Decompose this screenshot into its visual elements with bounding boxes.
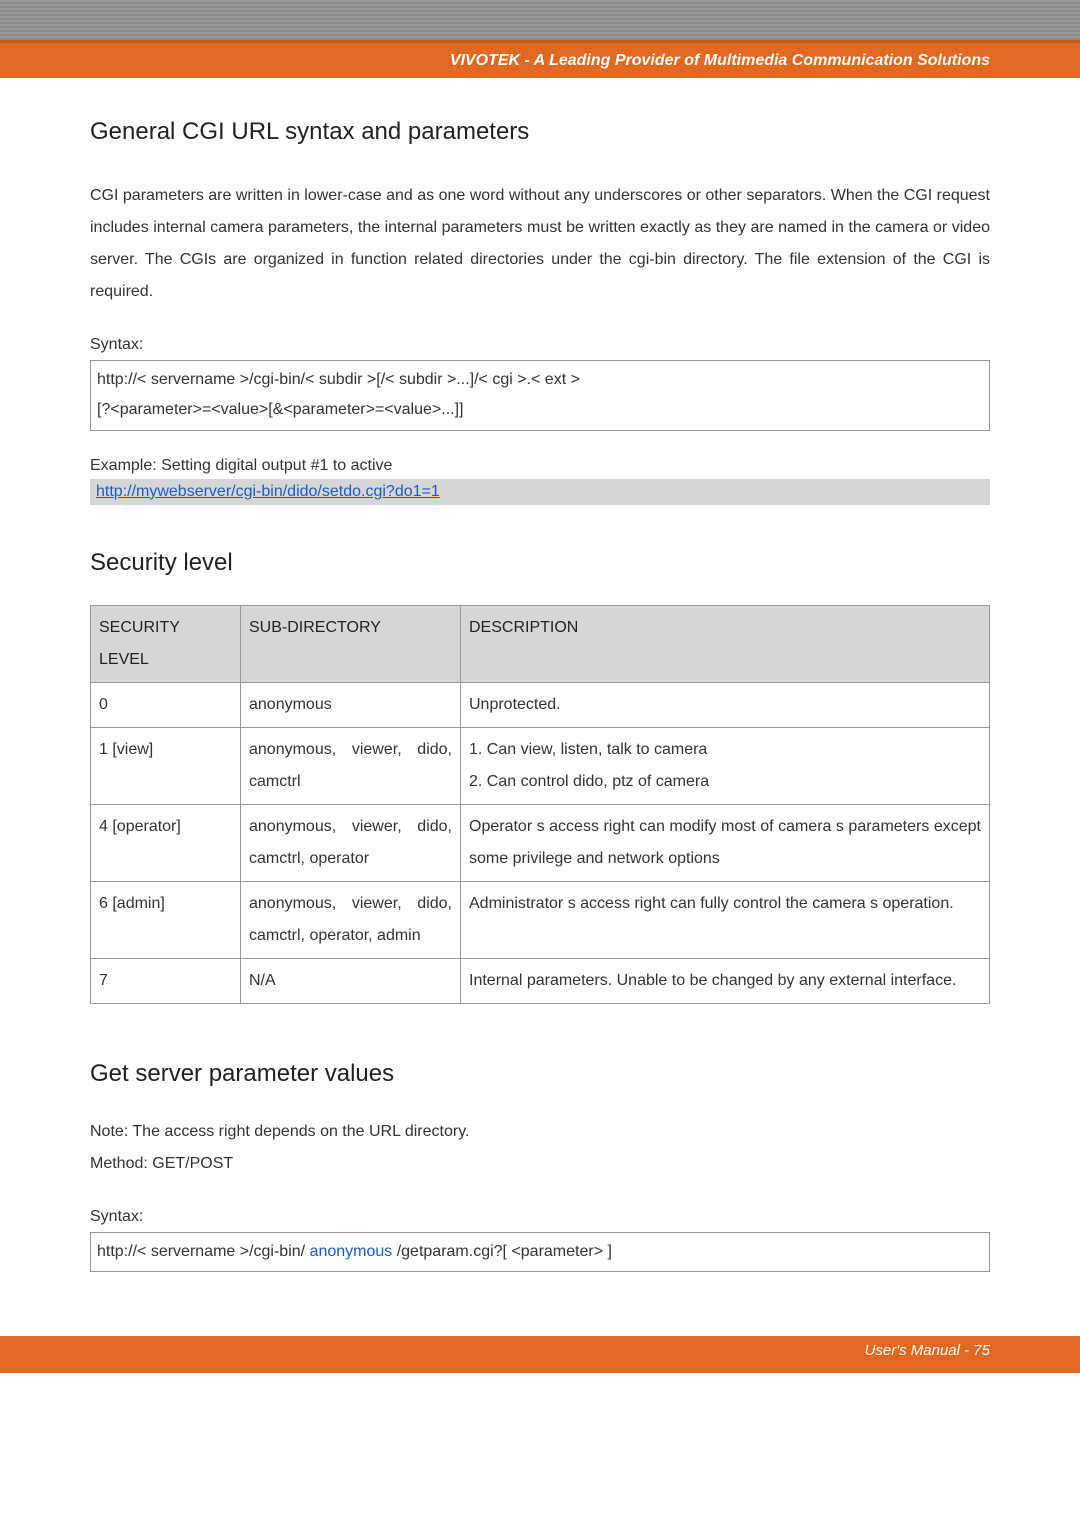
cell-desc: Internal parameters. Unable to be change… xyxy=(461,958,990,1003)
th-description: DESCRIPTION xyxy=(461,605,990,682)
footer-text: User's Manual - 75 xyxy=(865,1342,990,1359)
cell-level: 7 xyxy=(91,958,241,1003)
table-row: 7 N/A Internal parameters. Unable to be … xyxy=(91,958,990,1003)
section3-title: Get server parameter values xyxy=(90,1060,990,1088)
cell-level: 1 [view] xyxy=(91,727,241,804)
cell-subdir: anonymous, viewer, dido, camctrl, operat… xyxy=(241,804,461,881)
section1-body: CGI parameters are written in lower-case… xyxy=(90,180,990,308)
note-method: Method: GET/POST xyxy=(90,1148,990,1180)
cell-desc: Operator s access right can modify most … xyxy=(461,804,990,881)
table-row: 6 [admin] anonymous, viewer, dido, camct… xyxy=(91,881,990,958)
footer: User's Manual - 75 xyxy=(0,1336,1080,1373)
example-link[interactable]: http://mywebserver/cgi-bin/dido/setdo.cg… xyxy=(96,483,440,500)
header-bar: VIVOTEK - A Leading Provider of Multimed… xyxy=(0,40,1080,78)
section1-title: General CGI URL syntax and parameters xyxy=(90,118,990,146)
syntax3-anonymous: anonymous xyxy=(310,1243,393,1260)
syntax-label-1: Syntax: xyxy=(90,336,990,354)
example-label: Example: Setting digital output #1 to ac… xyxy=(90,457,990,475)
syntax-line-1a: http://< servername >/cgi-bin/< subdir >… xyxy=(97,365,983,395)
note-access: Note: The access right depends on the UR… xyxy=(90,1116,990,1148)
syntax3-param: <parameter> xyxy=(511,1243,603,1260)
syntax3-end: ] xyxy=(603,1243,612,1260)
security-table: SECURITY LEVEL SUB-DIRECTORY DESCRIPTION… xyxy=(90,605,990,1004)
top-strip xyxy=(0,0,1080,40)
syntax-label-2: Syntax: xyxy=(90,1208,990,1226)
cell-desc: Administrator s access right can fully c… xyxy=(461,881,990,958)
th-subdirectory: SUB-DIRECTORY xyxy=(241,605,461,682)
cell-desc: Unprotected. xyxy=(461,682,990,727)
section2-title: Security level xyxy=(90,549,990,577)
table-row: 1 [view] anonymous, viewer, dido, camctr… xyxy=(91,727,990,804)
cell-subdir: N/A xyxy=(241,958,461,1003)
th-security-level: SECURITY LEVEL xyxy=(91,605,241,682)
page-content: General CGI URL syntax and parameters CG… xyxy=(0,78,1080,1302)
syntax-line-1b: [?<parameter>=<value>[&<parameter>=<valu… xyxy=(97,395,983,425)
syntax-box-1: http://< servername >/cgi-bin/< subdir >… xyxy=(90,360,990,431)
cell-level: 0 xyxy=(91,682,241,727)
cell-subdir: anonymous, viewer, dido, camctrl, operat… xyxy=(241,881,461,958)
table-row: 4 [operator] anonymous, viewer, dido, ca… xyxy=(91,804,990,881)
cell-subdir: anonymous xyxy=(241,682,461,727)
cell-desc: 1. Can view, listen, talk to camera 2. C… xyxy=(461,727,990,804)
cell-subdir: anonymous, viewer, dido, camctrl xyxy=(241,727,461,804)
header-brand: VIVOTEK - A Leading Provider of Multimed… xyxy=(450,52,990,70)
table-header-row: SECURITY LEVEL SUB-DIRECTORY DESCRIPTION xyxy=(91,605,990,682)
syntax3-pre: http://< servername >/cgi-bin/ xyxy=(97,1243,310,1260)
example-row: http://mywebserver/cgi-bin/dido/setdo.cg… xyxy=(90,479,990,505)
cell-level: 6 [admin] xyxy=(91,881,241,958)
syntax3-mid: /getparam.cgi?[ xyxy=(392,1243,511,1260)
table-row: 0 anonymous Unprotected. xyxy=(91,682,990,727)
cell-level: 4 [operator] xyxy=(91,804,241,881)
syntax-box-2: http://< servername >/cgi-bin/ anonymous… xyxy=(90,1232,990,1272)
